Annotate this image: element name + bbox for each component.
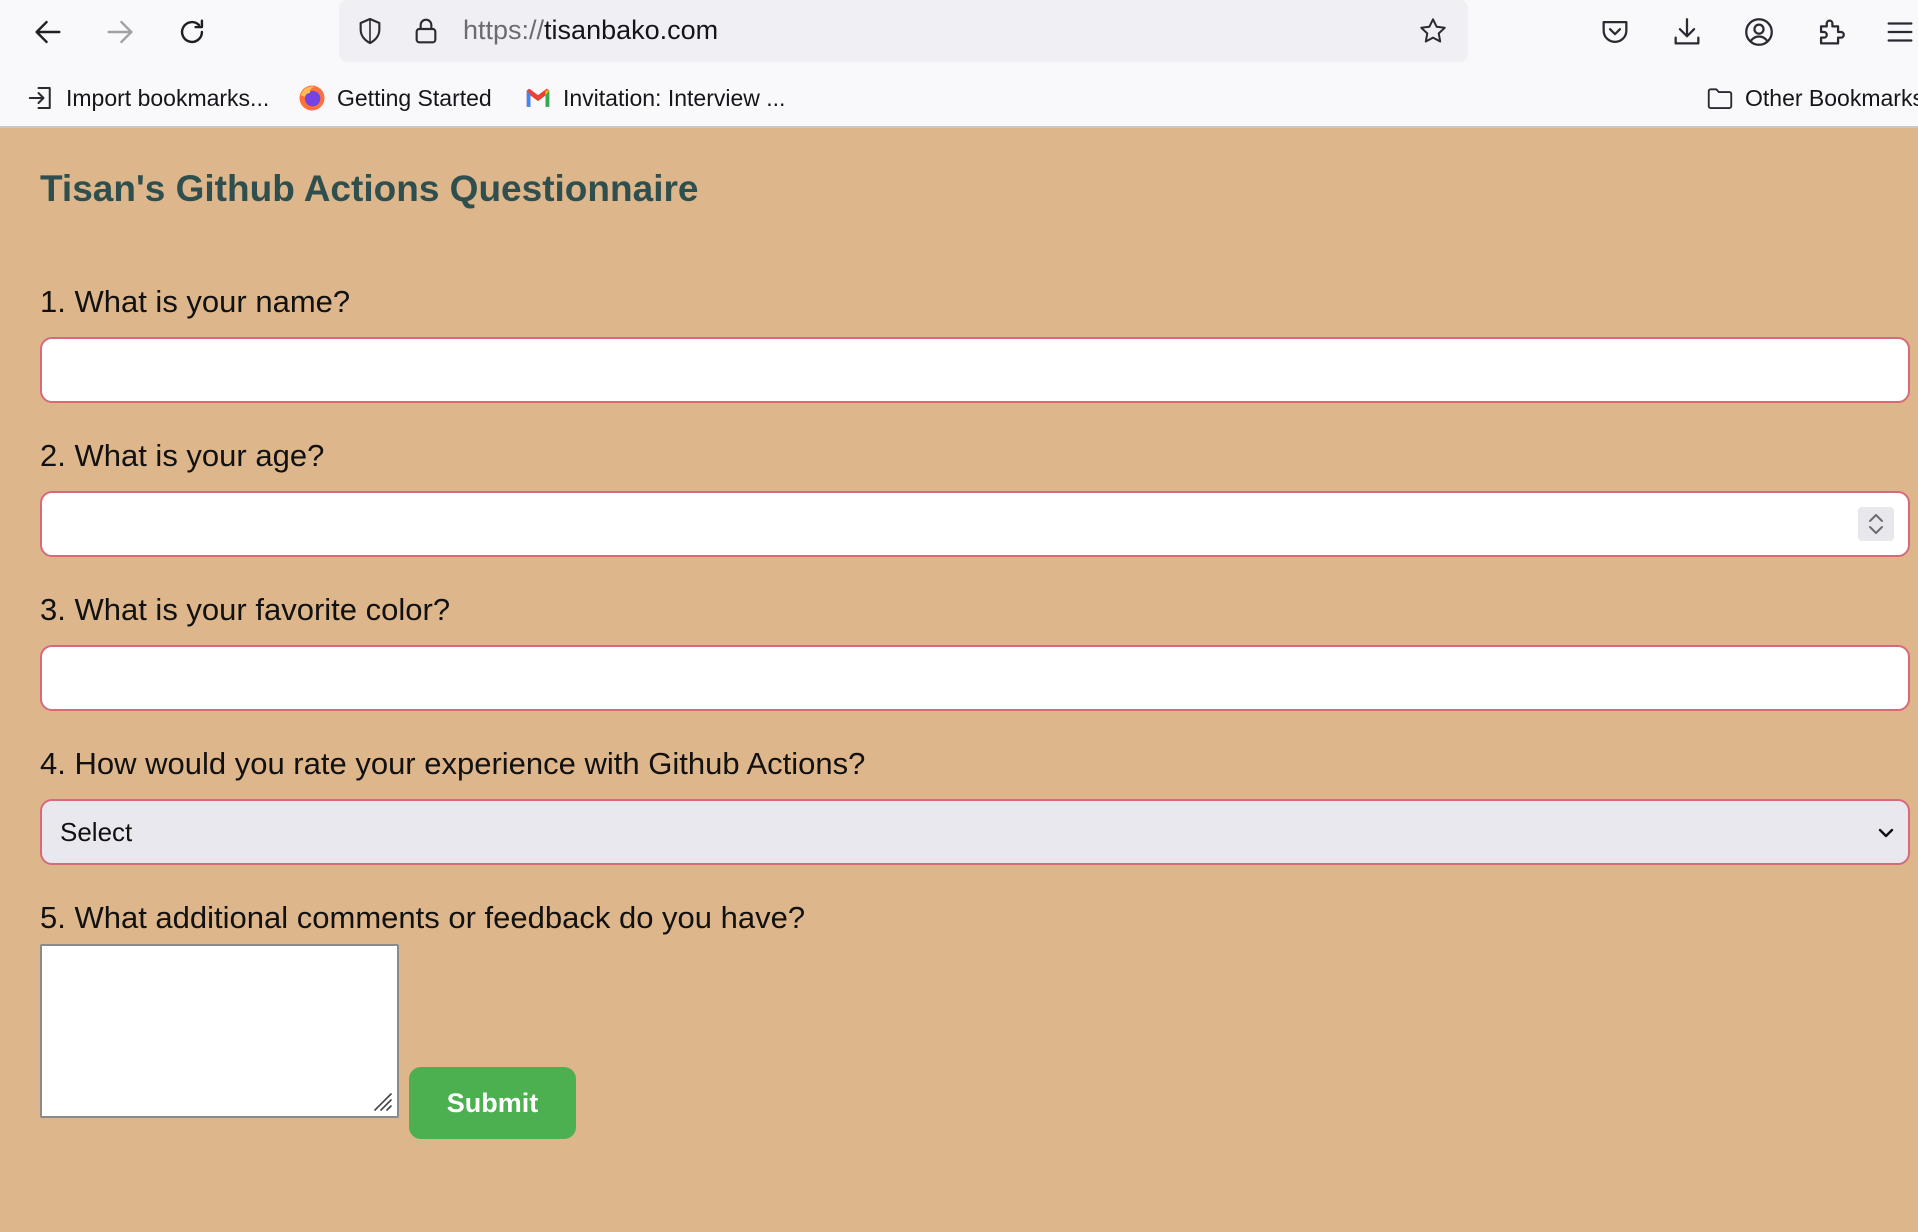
submit-button[interactable]: Submit — [409, 1067, 576, 1139]
tracking-protection-shield-icon[interactable] — [353, 14, 387, 48]
name-field[interactable] — [40, 337, 1910, 403]
reload-icon — [180, 19, 204, 44]
feedback-textarea[interactable] — [42, 946, 397, 1116]
page-title: Tisan's Github Actions Questionnaire — [40, 168, 699, 209]
bookmarks-toolbar: Import bookmarks... Getting Started Invi… — [0, 78, 1918, 122]
forward-button[interactable] — [98, 10, 142, 54]
import-icon — [26, 83, 56, 113]
account-button[interactable] — [1739, 12, 1779, 52]
browser-toolbar: https://tisanbako.com Import bookmarks..… — [0, 0, 1918, 128]
question-age-label: 2. What is your age? — [40, 438, 325, 473]
number-stepper[interactable] — [1858, 507, 1894, 541]
question-name-label: 1. What is your name? — [40, 284, 351, 319]
firefox-icon — [297, 83, 327, 113]
chevron-down-icon — [1878, 828, 1894, 838]
rating-select-value: Select — [60, 817, 133, 847]
app-menu-button[interactable] — [1880, 12, 1918, 52]
address-bar[interactable]: https://tisanbako.com — [339, 0, 1468, 62]
bookmark-label: Getting Started — [337, 84, 492, 111]
question-feedback-label: 5. What additional comments or feedback … — [40, 900, 806, 935]
name-input[interactable] — [42, 339, 1908, 401]
age-field[interactable] — [40, 491, 1910, 557]
forward-arrow-icon — [107, 20, 133, 44]
url-text[interactable]: https://tisanbako.com — [463, 15, 718, 46]
bookmark-invitation-interview[interactable]: Invitation: Interview ... — [523, 80, 785, 116]
bookmark-getting-started[interactable]: Getting Started — [297, 80, 492, 116]
reload-button[interactable] — [170, 10, 214, 54]
lock-icon[interactable] — [409, 14, 443, 48]
color-input[interactable] — [42, 647, 1908, 709]
bookmark-label: Import bookmarks... — [66, 84, 270, 111]
bookmark-label: Invitation: Interview ... — [563, 84, 786, 111]
page-content: Tisan's Github Actions Questionnaire 1. … — [0, 128, 1918, 1232]
pocket-icon — [1602, 20, 1628, 43]
download-icon — [1674, 18, 1700, 45]
color-field[interactable] — [40, 645, 1910, 711]
question-color-label: 3. What is your favorite color? — [40, 592, 451, 627]
folder-icon — [1705, 83, 1735, 113]
navigation-bar: https://tisanbako.com — [0, 0, 1918, 64]
rating-select[interactable]: Select — [40, 799, 1910, 865]
age-input[interactable] — [42, 493, 1908, 555]
hamburger-menu-icon — [1887, 22, 1913, 42]
other-bookmarks-label: Other Bookmarks — [1745, 84, 1918, 111]
stepper-arrows-icon — [1869, 514, 1883, 534]
url-host: tisanbako.com — [544, 15, 719, 45]
downloads-button[interactable] — [1667, 12, 1707, 52]
bookmark-import[interactable]: Import bookmarks... — [26, 80, 269, 116]
pocket-button[interactable] — [1595, 12, 1635, 52]
url-scheme: https:// — [463, 15, 545, 45]
back-arrow-icon — [35, 20, 61, 44]
extensions-button[interactable] — [1811, 12, 1851, 52]
question-rating-label: 4. How would you rate your experience wi… — [40, 746, 866, 781]
back-button[interactable] — [26, 10, 70, 54]
feedback-textarea-box[interactable] — [40, 944, 399, 1118]
resize-grip-icon[interactable] — [369, 1088, 393, 1112]
other-bookmarks-folder[interactable]: Other Bookmarks — [1705, 80, 1918, 116]
gmail-icon — [523, 83, 553, 113]
account-icon — [1745, 18, 1773, 46]
bookmark-star-icon[interactable] — [1416, 14, 1450, 48]
extensions-puzzle-icon — [1819, 19, 1845, 45]
